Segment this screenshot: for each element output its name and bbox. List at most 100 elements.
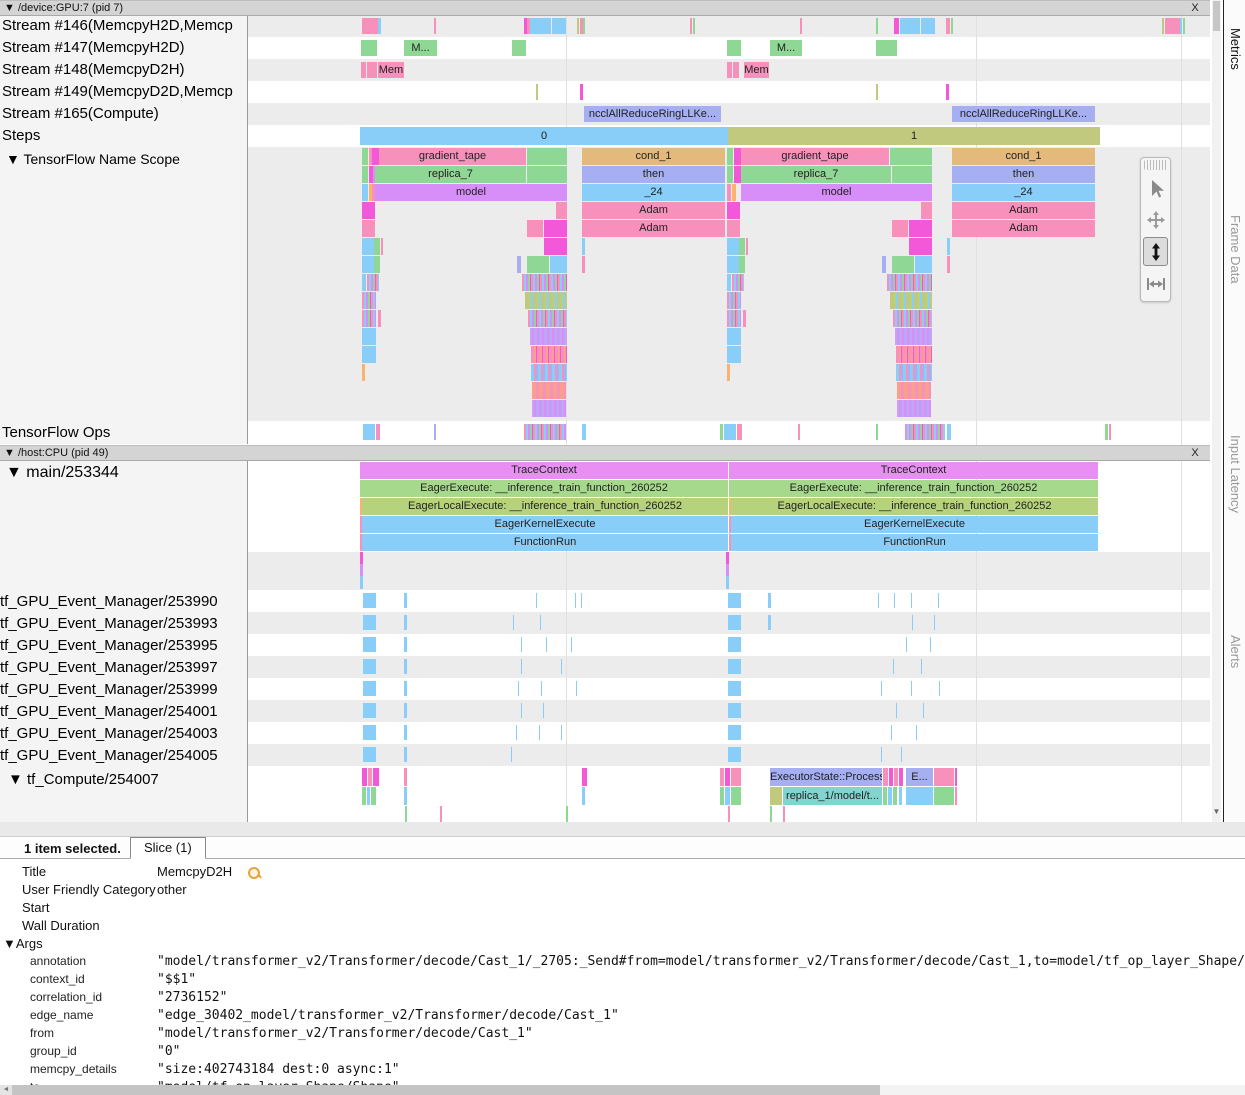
trace-event[interactable] [513, 615, 514, 630]
trace-event[interactable] [727, 346, 741, 363]
trace-event[interactable] [362, 364, 365, 381]
trace-event[interactable] [544, 220, 567, 237]
selection-tool-button[interactable] [1143, 173, 1168, 202]
trace-event[interactable] [575, 593, 576, 608]
trace-event[interactable] [1105, 424, 1108, 440]
trace-event[interactable] [582, 787, 585, 805]
trace-event[interactable]: replica_7 [741, 166, 891, 183]
trace-event[interactable] [362, 787, 366, 805]
trace-event[interactable] [901, 747, 902, 762]
trace-event[interactable] [378, 310, 381, 327]
trace-event[interactable] [728, 806, 730, 822]
trace-event[interactable]: E... [906, 768, 933, 786]
trace-event[interactable] [728, 747, 741, 762]
trace-event[interactable] [368, 768, 372, 786]
trace-event[interactable] [372, 148, 379, 165]
trace-event[interactable] [883, 768, 888, 786]
trace-event[interactable] [404, 659, 407, 674]
trace-event[interactable] [518, 681, 519, 696]
trace-event[interactable] [363, 593, 376, 608]
trace-event[interactable] [893, 310, 932, 327]
trace-event[interactable] [955, 787, 957, 805]
trace-event[interactable] [363, 659, 376, 674]
trace-event[interactable] [404, 681, 407, 696]
trace-event[interactable] [934, 615, 935, 630]
trace-event[interactable] [404, 615, 407, 630]
scroll-down-arrow-icon[interactable]: ▼ [1212, 804, 1221, 820]
trace-event[interactable] [434, 424, 436, 440]
drag-handle-icon[interactable] [1144, 160, 1167, 170]
sidebar-tab-alerts[interactable]: Alerts [1228, 635, 1243, 668]
trace-event[interactable] [532, 400, 566, 417]
trace-event[interactable]: ncclAllReduceRingLLKe... [584, 106, 721, 122]
trace-event[interactable] [732, 274, 744, 291]
trace-event[interactable] [362, 238, 374, 255]
trace-event[interactable] [916, 725, 917, 740]
trace-event[interactable]: EagerExecute: __inference_train_function… [360, 480, 728, 497]
trace-event[interactable] [889, 768, 893, 786]
trace-event[interactable] [512, 40, 526, 56]
trace-event[interactable] [362, 202, 375, 219]
trace-event[interactable] [363, 725, 376, 740]
trace-event[interactable] [727, 184, 731, 201]
trace-event[interactable] [582, 768, 587, 786]
trace-event[interactable]: 1 [728, 127, 1100, 145]
trace-event[interactable] [893, 659, 894, 674]
trace-event[interactable] [362, 220, 375, 237]
trace-event[interactable] [381, 238, 383, 255]
trace-event[interactable] [517, 256, 521, 273]
trace-event[interactable] [536, 593, 537, 608]
trace-event[interactable]: M... [770, 40, 802, 56]
row-label[interactable]: ▼ tf_Compute/254007 [8, 771, 159, 788]
trace-event[interactable] [770, 787, 782, 805]
trace-event[interactable] [556, 202, 567, 219]
trace-event[interactable] [404, 703, 407, 718]
trace-event[interactable] [921, 18, 935, 34]
trace-event[interactable] [727, 40, 741, 56]
trace-event[interactable] [876, 40, 897, 56]
trace-event[interactable] [561, 725, 562, 740]
trace-event[interactable] [881, 747, 882, 762]
trace-event[interactable] [360, 576, 363, 589]
trace-event[interactable] [727, 292, 741, 309]
close-icon[interactable]: X [1188, 446, 1202, 461]
trace-event[interactable] [728, 725, 741, 740]
trace-event[interactable] [909, 220, 932, 237]
trace-event[interactable] [521, 637, 522, 652]
trace-event[interactable]: ExecutorState::Process [770, 768, 882, 786]
trace-event[interactable] [934, 787, 954, 805]
trace-event[interactable] [362, 346, 376, 363]
trace-event[interactable] [362, 292, 376, 309]
trace-event[interactable]: Mem [378, 62, 404, 78]
trace-event[interactable] [921, 659, 922, 674]
trace-event[interactable] [733, 62, 739, 78]
trace-event[interactable] [367, 62, 377, 78]
scrollbar-thumb[interactable] [12, 1085, 880, 1095]
trace-event[interactable] [739, 238, 745, 255]
trace-event[interactable] [527, 220, 543, 237]
trace-event[interactable] [893, 787, 897, 805]
trace-event[interactable] [522, 274, 567, 291]
trace-event[interactable]: EagerLocalExecute: __inference_train_fun… [731, 498, 1098, 515]
trace-event[interactable] [363, 637, 376, 652]
trace-event[interactable]: EagerLocalExecute: __inference_train_fun… [362, 498, 728, 515]
trace-event[interactable] [363, 747, 376, 762]
trace-event[interactable]: gradient_tape [379, 148, 526, 165]
trace-event[interactable] [362, 148, 368, 165]
trace-event[interactable] [896, 703, 897, 718]
trace-event[interactable] [362, 328, 376, 345]
trace-event[interactable] [363, 424, 375, 440]
trace-event[interactable] [371, 787, 376, 805]
trace-event[interactable] [909, 238, 932, 255]
trace-event[interactable] [798, 424, 800, 440]
trace-event[interactable] [582, 256, 585, 273]
trace-event[interactable] [888, 787, 892, 805]
trace-event[interactable] [727, 220, 740, 237]
vertical-scrollbar[interactable]: ▼ [1212, 0, 1221, 822]
tab-slice[interactable]: Slice (1) [130, 837, 206, 859]
trace-event[interactable] [727, 274, 731, 291]
trace-event[interactable] [524, 424, 566, 440]
trace-event[interactable] [693, 18, 695, 34]
trace-event[interactable] [892, 166, 932, 183]
trace-event[interactable]: TraceContext [729, 462, 1098, 479]
